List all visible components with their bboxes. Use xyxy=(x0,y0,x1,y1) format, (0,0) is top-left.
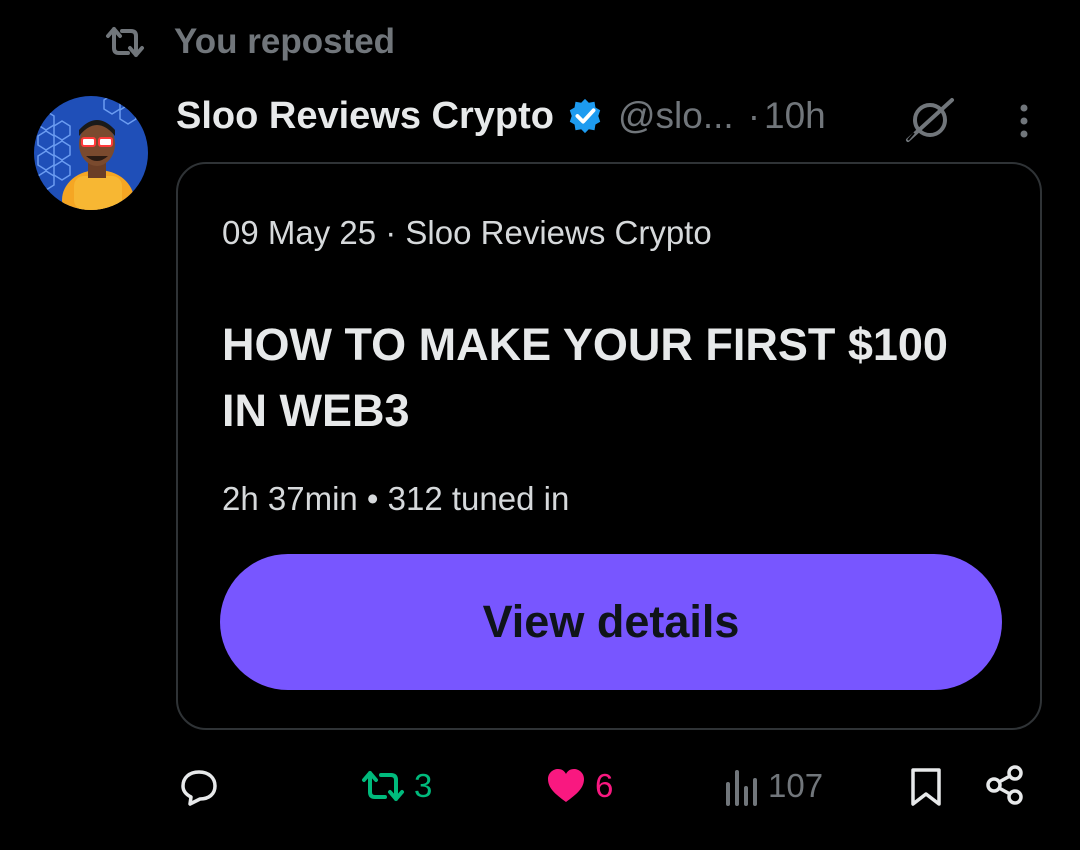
bookmark-button[interactable] xyxy=(908,766,944,808)
post-timeline-item[interactable]: You reposted Sloo Reviews Crypto @slo...… xyxy=(0,0,1080,850)
repost-button[interactable]: 3 xyxy=(360,766,432,806)
author-display-name[interactable]: Sloo Reviews Crypto xyxy=(176,95,554,138)
verified-badge-icon[interactable] xyxy=(566,97,604,135)
bookmark-icon xyxy=(911,768,941,806)
heart-icon xyxy=(548,769,584,802)
views-icon xyxy=(726,770,757,806)
space-card-title: HOW TO MAKE YOUR FIRST $100 IN WEB3 xyxy=(222,319,948,436)
space-card-meta: 09 May 25 · Sloo Reviews Crypto xyxy=(222,214,712,251)
repost-icon xyxy=(362,771,404,801)
reply-icon xyxy=(181,770,217,806)
separator-dot: · xyxy=(747,95,761,136)
post-action-bar: 3 6 107 xyxy=(0,758,1080,818)
repost-icon xyxy=(106,27,144,57)
views-button[interactable]: 107 xyxy=(724,766,823,806)
view-details-button[interactable]: View details xyxy=(220,554,1002,690)
space-card[interactable]: 09 May 25 · Sloo Reviews Crypto HOW TO M… xyxy=(176,162,1042,730)
avatar[interactable] xyxy=(34,96,148,210)
repost-count: 3 xyxy=(414,767,433,804)
more-options-icon[interactable] xyxy=(1010,102,1038,142)
repost-context-label: You reposted xyxy=(174,22,396,61)
like-button[interactable]: 6 xyxy=(545,766,613,806)
reply-button[interactable] xyxy=(178,766,220,808)
share-icon xyxy=(986,765,1023,805)
like-count: 6 xyxy=(595,767,614,804)
space-card-stats: 2h 37min • 312 tuned in xyxy=(222,480,570,517)
repost-context: You reposted xyxy=(104,22,395,62)
share-button[interactable] xyxy=(984,764,1026,806)
avatar-image xyxy=(34,96,148,210)
post-header: Sloo Reviews Crypto @slo... · 10h xyxy=(176,90,826,142)
views-count: 107 xyxy=(768,767,824,804)
grok-icon[interactable] xyxy=(904,96,956,144)
post-timestamp[interactable]: 10h xyxy=(764,95,826,137)
author-handle[interactable]: @slo... xyxy=(618,95,734,137)
